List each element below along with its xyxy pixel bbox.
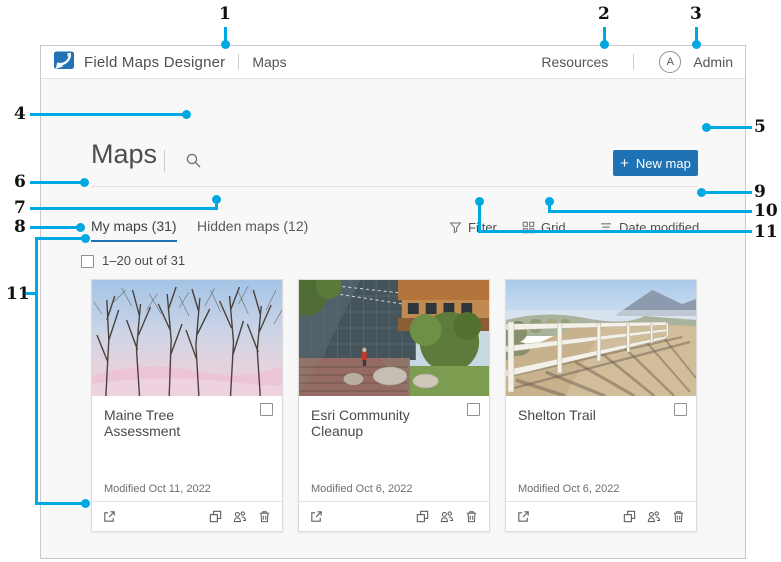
callout-10: 10 bbox=[754, 201, 778, 221]
callout-2: 2 bbox=[598, 4, 610, 24]
select-all-checkbox[interactable] bbox=[81, 255, 94, 268]
share-group-icon[interactable] bbox=[232, 509, 248, 524]
screenshot-canvas: Field Maps Designer Maps Resources A Adm… bbox=[0, 0, 781, 562]
result-range-label: 1–20 out of 31 bbox=[102, 253, 186, 268]
delete-icon[interactable] bbox=[671, 509, 686, 524]
share-group-icon[interactable] bbox=[646, 509, 662, 524]
map-modified-label: Modified Oct 6, 2022 bbox=[311, 483, 413, 495]
header-divider-2 bbox=[633, 54, 635, 70]
callout-6: 6 bbox=[14, 172, 26, 192]
content-area: Maps + New map My maps (31) Hidden maps … bbox=[41, 79, 745, 558]
map-thumbnail[interactable] bbox=[506, 280, 696, 396]
nav-resources[interactable]: Resources bbox=[541, 54, 608, 70]
new-map-label: New map bbox=[635, 155, 691, 171]
tab-hidden-maps[interactable]: Hidden maps (12) bbox=[197, 218, 308, 240]
map-title: Maine Tree Assessment bbox=[104, 407, 181, 439]
user-avatar[interactable]: A bbox=[659, 51, 682, 73]
callout-8: 8 bbox=[14, 217, 26, 237]
map-select-checkbox[interactable] bbox=[674, 403, 687, 416]
duplicate-icon[interactable] bbox=[208, 509, 223, 524]
app-window: Field Maps Designer Maps Resources A Adm… bbox=[40, 45, 746, 559]
map-card: Esri Community Cleanup Modified Oct 6, 2… bbox=[298, 279, 490, 532]
map-title: Shelton Trail bbox=[518, 407, 596, 423]
card-footer bbox=[92, 501, 282, 531]
callout-5: 5 bbox=[754, 117, 766, 137]
map-modified-label: Modified Oct 6, 2022 bbox=[518, 483, 620, 495]
map-modified-label: Modified Oct 11, 2022 bbox=[104, 483, 211, 495]
title-divider bbox=[164, 150, 165, 172]
map-select-checkbox[interactable] bbox=[260, 403, 273, 416]
card-footer bbox=[506, 501, 696, 531]
callout-3: 3 bbox=[690, 4, 702, 24]
search-icon[interactable] bbox=[185, 152, 203, 170]
callout-7: 7 bbox=[14, 198, 26, 218]
open-map-icon[interactable] bbox=[102, 509, 117, 524]
app-title: Field Maps Designer bbox=[84, 53, 226, 71]
esri-logo bbox=[53, 49, 75, 76]
new-map-button[interactable]: + New map bbox=[613, 150, 698, 176]
callout-1: 1 bbox=[219, 4, 231, 24]
delete-icon[interactable] bbox=[257, 509, 272, 524]
map-title: Esri Community Cleanup bbox=[311, 407, 410, 439]
delete-icon[interactable] bbox=[464, 509, 479, 524]
page-title: Maps bbox=[91, 139, 158, 169]
filter-icon bbox=[449, 222, 462, 234]
tab-my-maps[interactable]: My maps (31) bbox=[91, 218, 177, 242]
duplicate-icon[interactable] bbox=[622, 509, 637, 524]
map-thumbnail[interactable] bbox=[92, 280, 282, 396]
callout-9: 9 bbox=[754, 182, 766, 202]
callout-11-left: 11 bbox=[6, 284, 30, 304]
map-card: Shelton Trail Modified Oct 6, 2022 bbox=[505, 279, 697, 532]
share-group-icon[interactable] bbox=[439, 509, 455, 524]
callout-11-right: 11 bbox=[754, 222, 778, 242]
plus-icon: + bbox=[620, 154, 629, 172]
map-select-checkbox[interactable] bbox=[467, 403, 480, 416]
app-header: Field Maps Designer Maps Resources A Adm… bbox=[41, 46, 745, 79]
section-divider bbox=[91, 186, 698, 187]
map-thumbnail[interactable] bbox=[299, 280, 489, 396]
callout-4: 4 bbox=[14, 104, 26, 124]
card-footer bbox=[299, 501, 489, 531]
nav-maps[interactable]: Maps bbox=[252, 54, 286, 70]
header-divider bbox=[238, 54, 240, 70]
open-map-icon[interactable] bbox=[309, 509, 324, 524]
duplicate-icon[interactable] bbox=[415, 509, 430, 524]
map-card: Maine Tree Assessment Modified Oct 11, 2… bbox=[91, 279, 283, 532]
user-menu[interactable]: Admin bbox=[693, 54, 733, 70]
open-map-icon[interactable] bbox=[516, 509, 531, 524]
